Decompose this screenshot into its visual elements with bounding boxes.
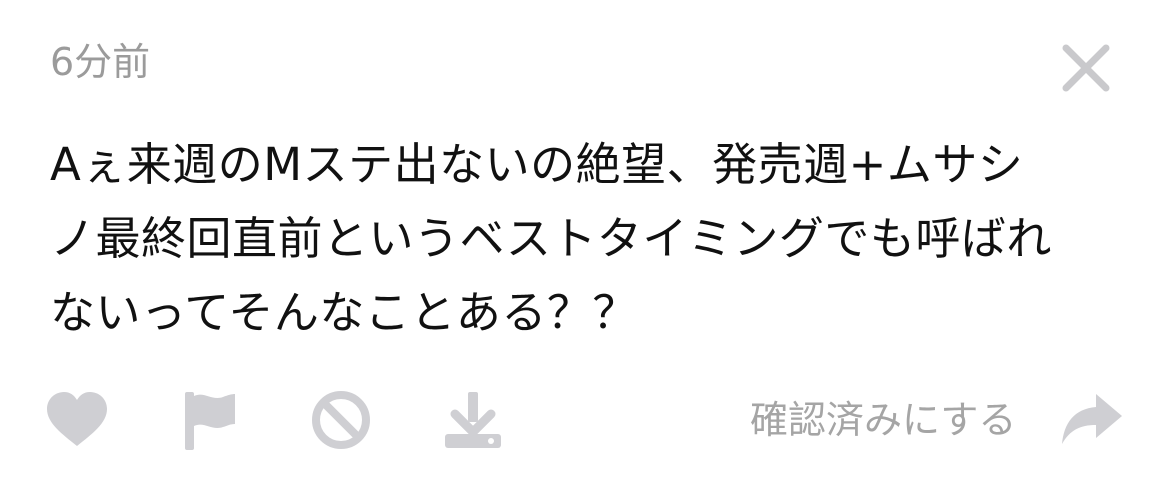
post-body-line: Aぇ来週のMステ出ないの絶望、発売週+ムサシ <box>50 138 1024 191</box>
block-button[interactable] <box>306 380 376 460</box>
flag-icon <box>185 392 235 450</box>
share-arrow-icon <box>1062 394 1122 444</box>
post-timestamp: 6分前 <box>50 40 151 84</box>
download-icon <box>445 392 501 448</box>
post-body: Aぇ来週のMステ出ないの絶望、発売週+ムサシ ノ最終回直前というベストタイミング… <box>50 128 1130 350</box>
heart-icon <box>47 392 107 446</box>
like-button[interactable] <box>42 380 112 460</box>
close-button[interactable] <box>1058 40 1114 96</box>
post-body-line: ノ最終回直前というベストタイミングでも呼ばれ <box>50 212 1052 265</box>
share-button[interactable] <box>1056 380 1126 460</box>
post-body-line: ないってそんなことある？？ <box>50 286 638 339</box>
action-bar: 確認済みにする <box>0 380 1170 460</box>
mark-as-read-button[interactable]: 確認済みにする <box>750 394 1016 446</box>
close-icon <box>1062 44 1110 92</box>
report-button[interactable] <box>174 380 244 460</box>
save-button[interactable] <box>438 380 508 460</box>
block-icon <box>312 391 370 449</box>
